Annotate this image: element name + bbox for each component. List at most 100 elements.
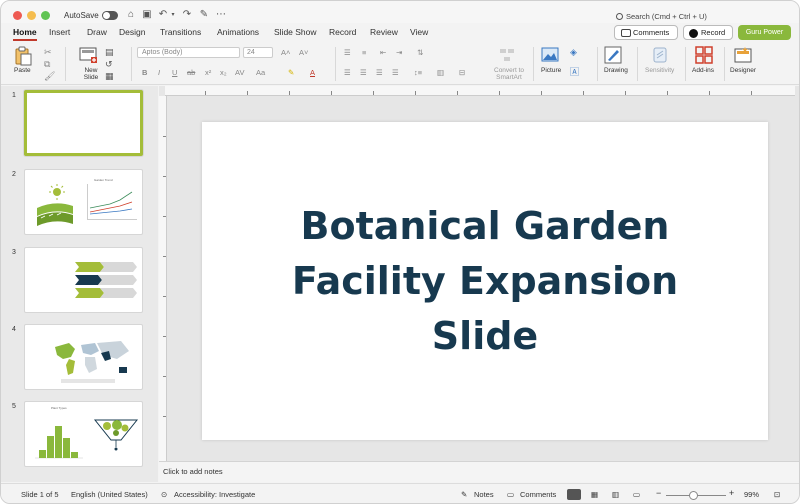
title-bar: AutoSave ⌂ ▣ ↶ ▾ ↷ ✎ ⋯ Search (Cmd + Ctr… [1,1,799,23]
slide-indicator: Slide 1 of 5 [21,490,59,499]
minimize-window-button[interactable] [27,11,36,20]
designer-icon[interactable] [734,46,752,64]
slide-number: 5 [12,403,16,410]
bold-icon[interactable]: B [142,68,147,77]
search-box[interactable]: Search (Cmd + Ctrl + U) [616,10,736,23]
ribbon-tabs: Home Insert Draw Design Transitions Anim… [1,25,799,43]
tab-insert[interactable]: Insert [49,27,70,37]
underline-icon[interactable]: U [172,68,177,77]
slide-thumbnail-5[interactable]: Plant Types [24,401,143,467]
slideshow-icon[interactable]: ▭ [633,490,640,499]
shapes-icon[interactable]: ◈ [570,47,577,58]
drawing-icon[interactable] [604,46,622,64]
language-indicator[interactable]: English (United States) [71,490,148,499]
notes-pane[interactable]: Click to add notes [159,461,799,482]
paste-icon[interactable] [13,46,33,66]
tab-home[interactable]: Home [13,27,37,41]
align-text-icon[interactable]: ⊟ [459,68,465,77]
textbox-icon[interactable]: 🄰 [570,65,579,78]
tab-record[interactable]: Record [329,27,356,37]
mini-chart-title: Garden Trend [94,178,113,182]
zoom-out-icon[interactable]: − [656,488,661,498]
sensitivity-icon[interactable] [652,46,668,64]
text-direction-icon[interactable]: ⇅ [417,48,423,57]
tab-review[interactable]: Review [370,27,398,37]
slide-thumbnail-4[interactable] [24,324,143,390]
cut-icon[interactable]: ✂ [44,47,52,58]
slide-thumbnail-1[interactable] [24,90,143,156]
tab-slide-show[interactable]: Slide Show [274,27,317,37]
close-window-button[interactable] [13,11,22,20]
copy-icon[interactable]: ⧉ [44,59,50,70]
font-color-icon[interactable]: A [310,68,315,77]
slide-canvas[interactable]: Botanical Garden Facility Expansion Slid… [202,122,768,440]
align-center-icon[interactable]: ☰ [360,68,367,77]
tab-transitions[interactable]: Transitions [160,27,201,37]
notes-button[interactable]: Notes [474,490,494,499]
comments-icon[interactable]: ▭ [507,490,514,499]
accessibility-icon[interactable]: ⊙ [161,490,167,499]
fit-slide-icon[interactable]: ⊡ [774,490,780,499]
line-spacing-icon[interactable]: ↕≡ [414,68,422,77]
strikethrough-icon[interactable]: ab [187,68,195,77]
font-name-select[interactable]: Aptos (Body) [137,47,240,58]
font-size-select[interactable]: 24 [243,47,273,58]
tab-design[interactable]: Design [119,27,145,37]
more-icon[interactable]: ⋯ [215,9,227,21]
redo-icon[interactable]: ↷ [181,9,193,21]
layout-icon[interactable]: ▤ [105,47,114,58]
autosave-toggle[interactable] [102,11,118,20]
record-button[interactable]: Record [683,25,733,40]
bullets-icon[interactable]: ☰ [344,48,351,57]
justify-icon[interactable]: ☰ [392,68,399,77]
align-right-icon[interactable]: ☰ [376,68,383,77]
increase-font-icon[interactable]: A˄ [281,48,290,57]
add-ins-label: Add-ins [692,67,715,74]
tab-draw[interactable]: Draw [87,27,107,37]
columns-icon[interactable]: ▥ [437,68,444,77]
maximize-window-button[interactable] [41,11,50,20]
reset-icon[interactable]: ↺ [105,59,113,70]
decrease-indent-icon[interactable]: ⇤ [380,48,386,57]
highlight-icon[interactable]: ✎ [288,68,294,77]
superscript-icon[interactable]: x² [205,68,211,77]
reading-view-icon[interactable]: ▥ [612,490,619,499]
slide-thumbnail-2[interactable]: Garden Trend [24,169,143,235]
new-slide-icon[interactable] [78,45,98,65]
mini-chart-title: Plant Types [51,406,67,410]
italic-icon[interactable]: I [158,68,160,77]
normal-view-icon[interactable] [567,489,581,500]
guru-power-button[interactable]: Guru Power [738,25,791,40]
slide-thumbnail-3[interactable] [24,247,143,313]
zoom-slider-knob[interactable] [689,491,698,500]
format-painter-icon[interactable]: ✎ [198,9,210,21]
decrease-font-icon[interactable]: A˅ [299,48,308,57]
subscript-icon[interactable]: x₂ [220,68,227,77]
change-case-icon[interactable]: Aa [256,68,265,77]
accessibility-status[interactable]: Accessibility: Investigate [174,490,255,499]
convert-smartart-label: Convert to SmartArt [494,67,524,81]
character-spacing-icon[interactable]: AV [235,68,244,77]
numbering-icon[interactable]: ≡ [362,48,366,57]
undo-dropdown-icon[interactable]: ▾ [167,9,179,21]
format-brush-icon[interactable]: 🖌 [44,71,55,82]
increase-indent-icon[interactable]: ⇥ [396,48,402,57]
home-icon[interactable]: ⌂ [125,9,137,21]
add-ins-icon[interactable] [695,46,713,64]
section-icon[interactable]: ▦ [105,71,114,82]
align-left-icon[interactable]: ☰ [344,68,351,77]
convert-smartart-icon[interactable] [499,47,515,63]
zoom-in-icon[interactable]: + [729,488,734,498]
powerpoint-window: AutoSave ⌂ ▣ ↶ ▾ ↷ ✎ ⋯ Search (Cmd + Ctr… [0,0,800,504]
slide-title[interactable]: Botanical Garden Facility Expansion Slid… [265,199,705,364]
zoom-level[interactable]: 99% [744,490,759,499]
save-icon[interactable]: ▣ [141,9,153,21]
slide-sorter-icon[interactable]: ▦ [591,490,598,499]
tab-animations[interactable]: Animations [217,27,259,37]
picture-icon[interactable] [541,47,559,63]
notes-icon[interactable]: ✎ [461,490,467,499]
paste-label: Paste [14,67,31,74]
tab-view[interactable]: View [410,27,428,37]
comments-button[interactable]: Comments [614,25,678,40]
comments-status-button[interactable]: Comments [520,490,556,499]
